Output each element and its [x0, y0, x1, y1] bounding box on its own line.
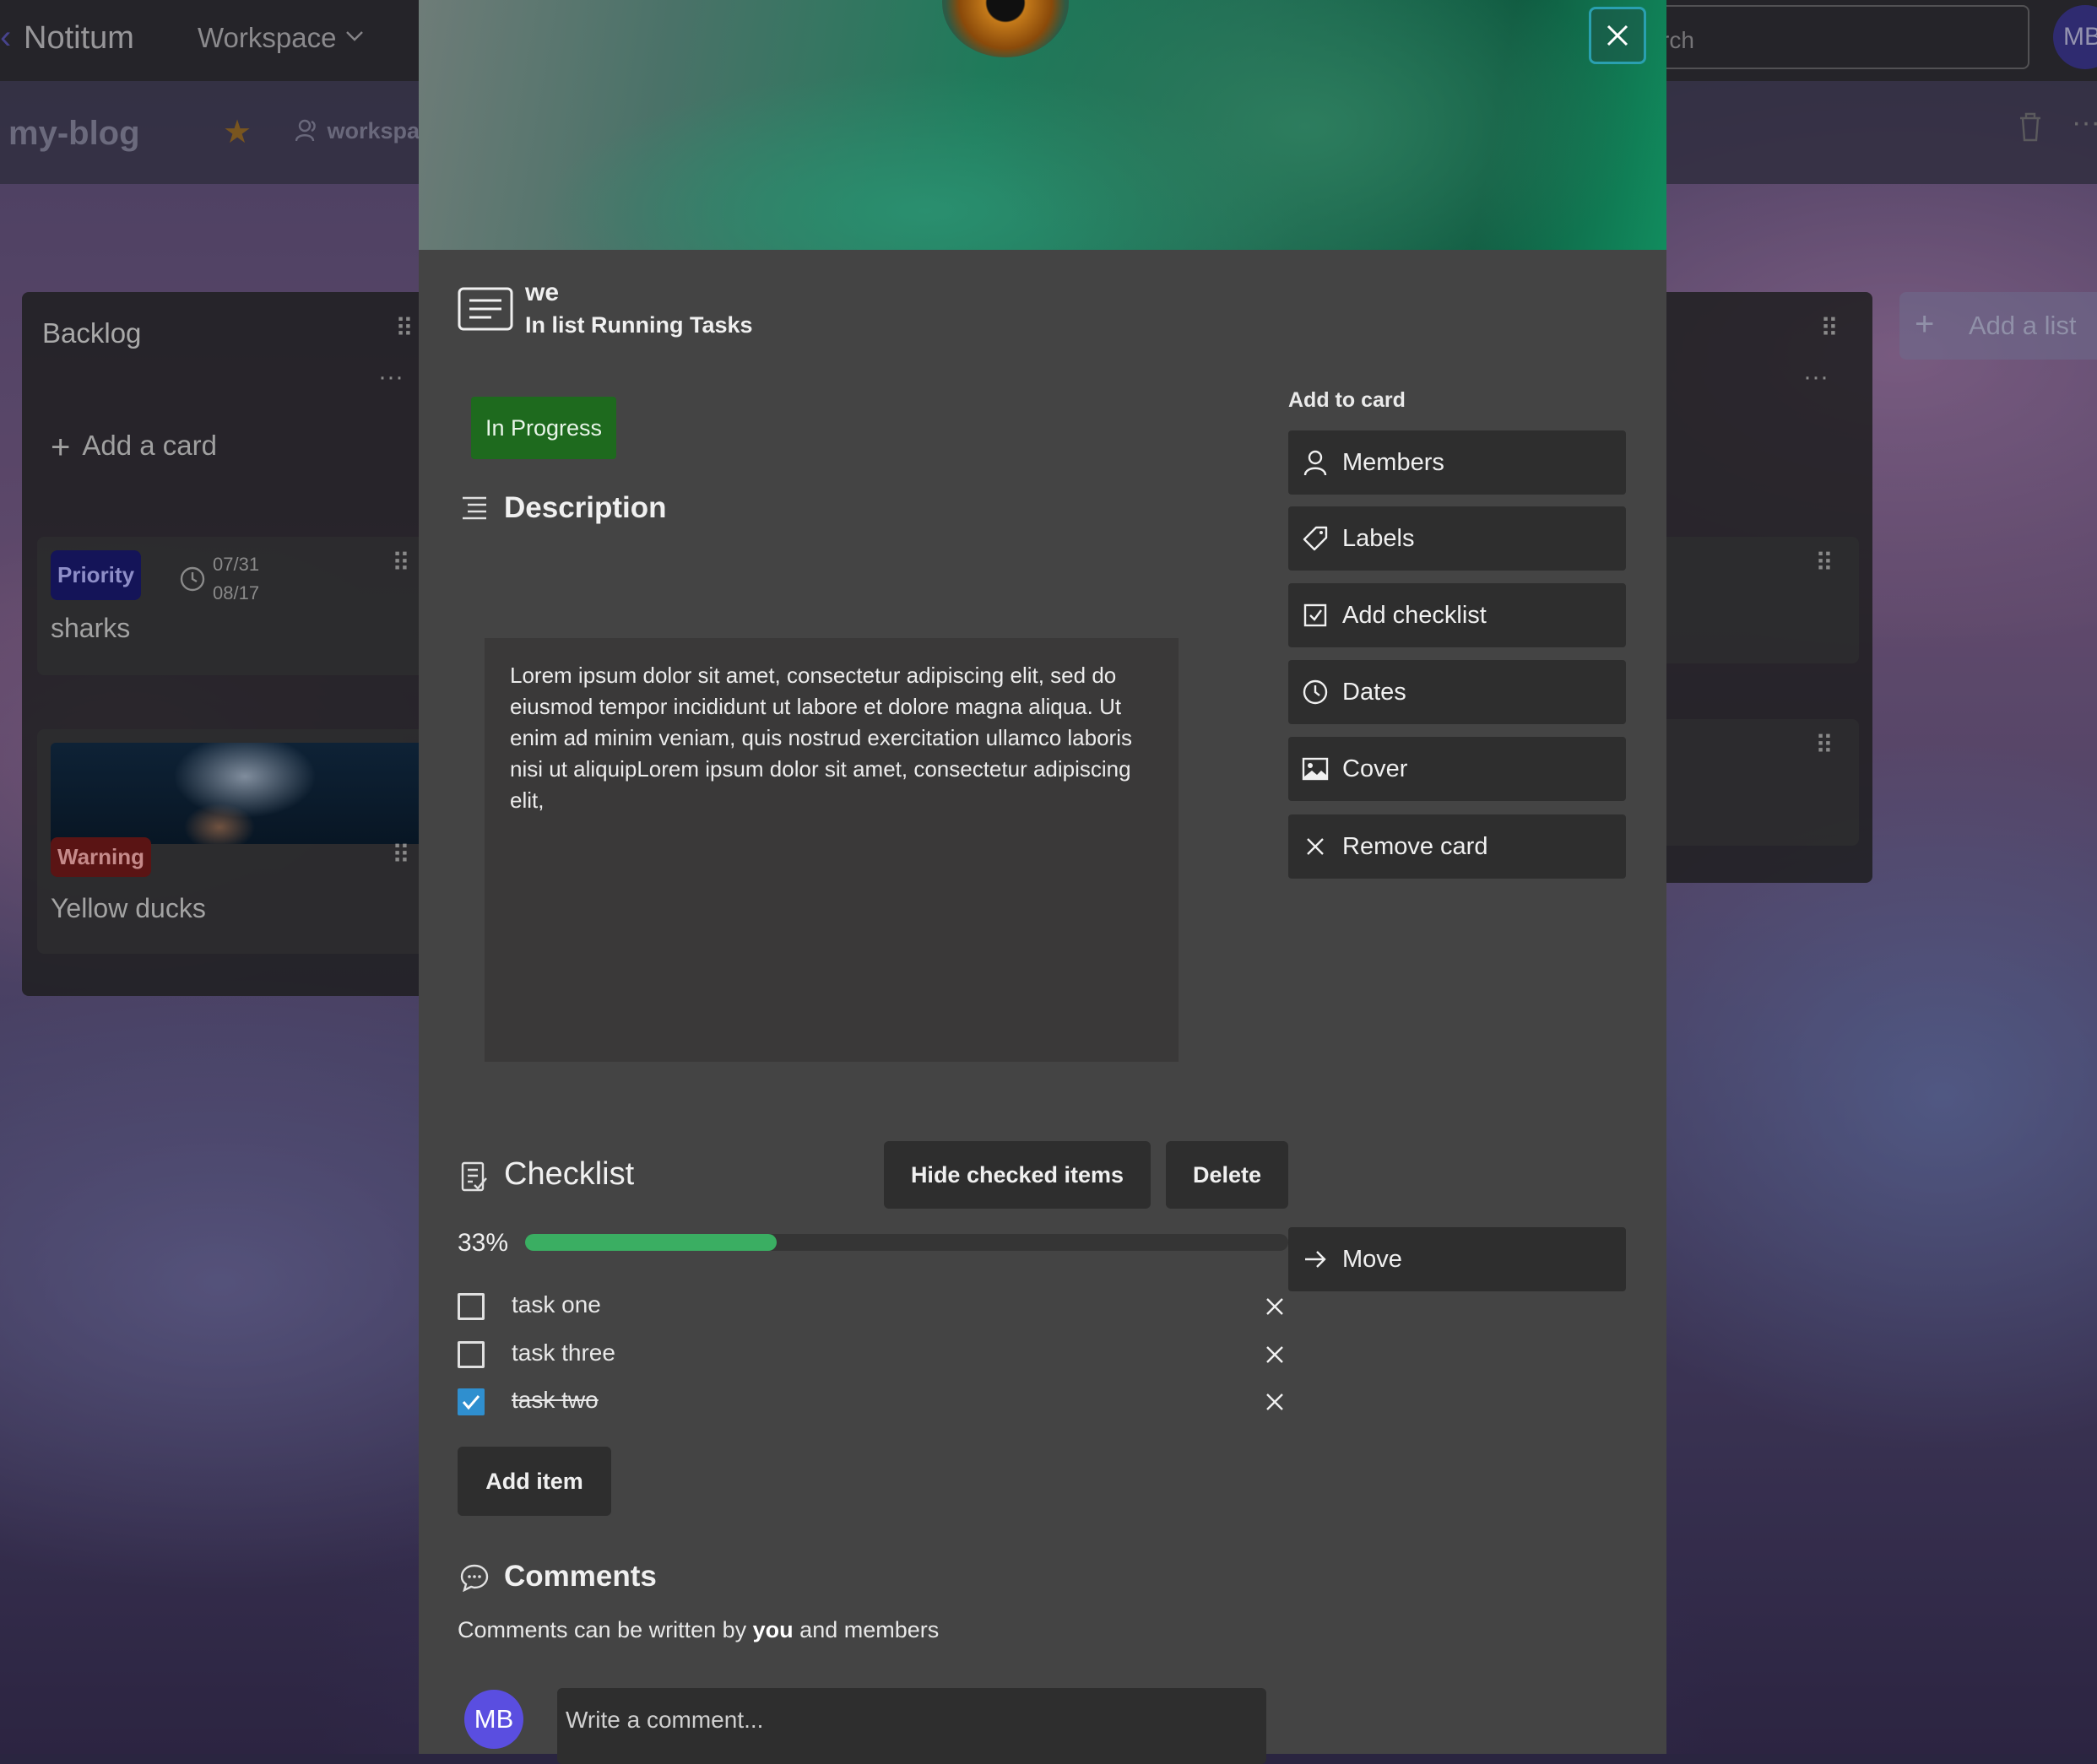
label-warning: Warning: [51, 837, 152, 877]
description-icon: [463, 496, 486, 520]
label-priority: Priority: [51, 550, 142, 600]
card-list-location: In list Running Tasks: [525, 312, 753, 338]
add-list-button[interactable]: + Add a list: [1899, 292, 2097, 360]
labels-label: Labels: [1342, 525, 1415, 552]
start-date: 07/31: [213, 554, 260, 575]
checklist-item-text[interactable]: task one: [512, 1291, 601, 1318]
card-detail-modal: we In list Running Tasks In Progress Des…: [419, 0, 1666, 1764]
remove-item-icon[interactable]: [1261, 1388, 1288, 1415]
drag-handle-icon[interactable]: ⠿: [395, 314, 414, 344]
checkbox[interactable]: [458, 1341, 485, 1368]
remove-card-label: Remove card: [1342, 833, 1488, 860]
comments-heading: Comments: [504, 1560, 657, 1593]
checklist-icon: [461, 1161, 487, 1192]
check-icon: [462, 1395, 480, 1410]
card-name[interactable]: we: [525, 279, 559, 307]
list-backlog: Backlog ⠿ ··· + Add a card Priority 07/31…: [22, 292, 444, 996]
comments-note: Comments can be written by you and membe…: [458, 1617, 939, 1643]
cover-label: Cover: [1342, 755, 1408, 782]
move-button[interactable]: Move: [1288, 1227, 1626, 1291]
checklist-item-text[interactable]: task two: [512, 1387, 599, 1414]
drag-handle-icon[interactable]: ⠿: [392, 841, 410, 870]
card-sharks[interactable]: Priority 07/31 08/17 ⠿ sharks: [37, 537, 444, 675]
drag-handle-icon[interactable]: ⠿: [392, 549, 410, 578]
hide-checked-button[interactable]: Hide checked items: [884, 1141, 1151, 1209]
iguana-eye: [942, 0, 1069, 57]
add-to-card-heading: Add to card: [1288, 388, 1406, 412]
card-yellow-ducks[interactable]: Warning ⠿ Yellow ducks: [37, 729, 444, 954]
plus-icon: +: [51, 429, 71, 466]
status-label[interactable]: In Progress: [471, 397, 616, 459]
delete-checklist-button[interactable]: Delete: [1166, 1141, 1288, 1209]
cover-button[interactable]: Cover: [1288, 737, 1626, 801]
remove-item-icon[interactable]: [1261, 1293, 1288, 1320]
close-icon: [1307, 838, 1324, 855]
remove-item-icon[interactable]: [1261, 1341, 1288, 1368]
checklist-progress-bar: [525, 1234, 1288, 1251]
comment-input[interactable]: [557, 1688, 1266, 1764]
clock-icon: [1303, 679, 1328, 705]
card-dates: 07/31 08/17: [213, 550, 259, 608]
members-label: Members: [1342, 449, 1444, 476]
add-item-button[interactable]: Add item: [458, 1447, 611, 1516]
checkbox-checked[interactable]: [458, 1388, 485, 1415]
dates-button[interactable]: Dates: [1288, 660, 1626, 724]
card-cover-image: [419, 0, 1666, 250]
note-bold: you: [752, 1617, 794, 1642]
note-prefix: Comments can be written by: [458, 1617, 753, 1642]
drag-handle-icon[interactable]: ⠿: [1820, 314, 1839, 344]
list-title[interactable]: Backlog: [42, 317, 141, 349]
add-checklist-label: Add checklist: [1342, 602, 1487, 629]
tag-icon: [1303, 526, 1328, 551]
list-menu-icon[interactable]: ···: [378, 363, 404, 392]
image-icon: [1302, 757, 1329, 781]
close-icon: [1607, 24, 1628, 46]
close-button[interactable]: [1589, 7, 1646, 64]
plus-icon: +: [1915, 306, 1935, 343]
checklist-item: task one: [458, 1290, 1283, 1323]
add-checklist-button[interactable]: Add checklist: [1288, 583, 1626, 647]
progress-percent: 33%: [458, 1229, 509, 1257]
checklist-item: task three: [458, 1338, 1283, 1372]
checkbox-icon: [1303, 603, 1327, 627]
person-icon: [1303, 450, 1327, 476]
drag-handle-icon[interactable]: ⠿: [1815, 549, 1834, 578]
clock-icon: [180, 566, 205, 592]
drag-handle-icon[interactable]: ⠿: [1815, 731, 1834, 760]
card-cover-image: [51, 743, 444, 844]
checkbox[interactable]: [458, 1293, 485, 1320]
card-title-icon: [458, 287, 513, 331]
labels-button[interactable]: Labels: [1288, 506, 1626, 571]
comment-avatar: MB: [464, 1690, 523, 1749]
checklist-item: task two: [458, 1385, 1283, 1419]
add-list-label: Add a list: [1969, 311, 2077, 340]
dates-label: Dates: [1342, 679, 1406, 706]
card-title: sharks: [51, 613, 131, 643]
add-card-button[interactable]: + Add a card: [51, 429, 217, 467]
checklist-heading: Checklist: [504, 1156, 635, 1192]
note-suffix: and members: [793, 1617, 940, 1642]
description-textarea[interactable]: Lorem ipsum dolor sit amet, consectetur …: [485, 638, 1179, 1062]
due-date: 08/17: [213, 582, 260, 603]
add-card-label: Add a card: [82, 430, 217, 461]
list-menu-icon[interactable]: ···: [1803, 363, 1829, 392]
members-button[interactable]: Members: [1288, 430, 1626, 495]
move-label: Move: [1342, 1246, 1402, 1273]
progress-fill: [525, 1234, 778, 1251]
checklist-item-text[interactable]: task three: [512, 1339, 615, 1366]
card-title: Yellow ducks: [51, 893, 206, 923]
remove-card-button[interactable]: Remove card: [1288, 814, 1626, 879]
description-heading: Description: [504, 491, 667, 524]
comments-icon: [460, 1564, 489, 1592]
arrow-right-icon: [1305, 1251, 1326, 1268]
